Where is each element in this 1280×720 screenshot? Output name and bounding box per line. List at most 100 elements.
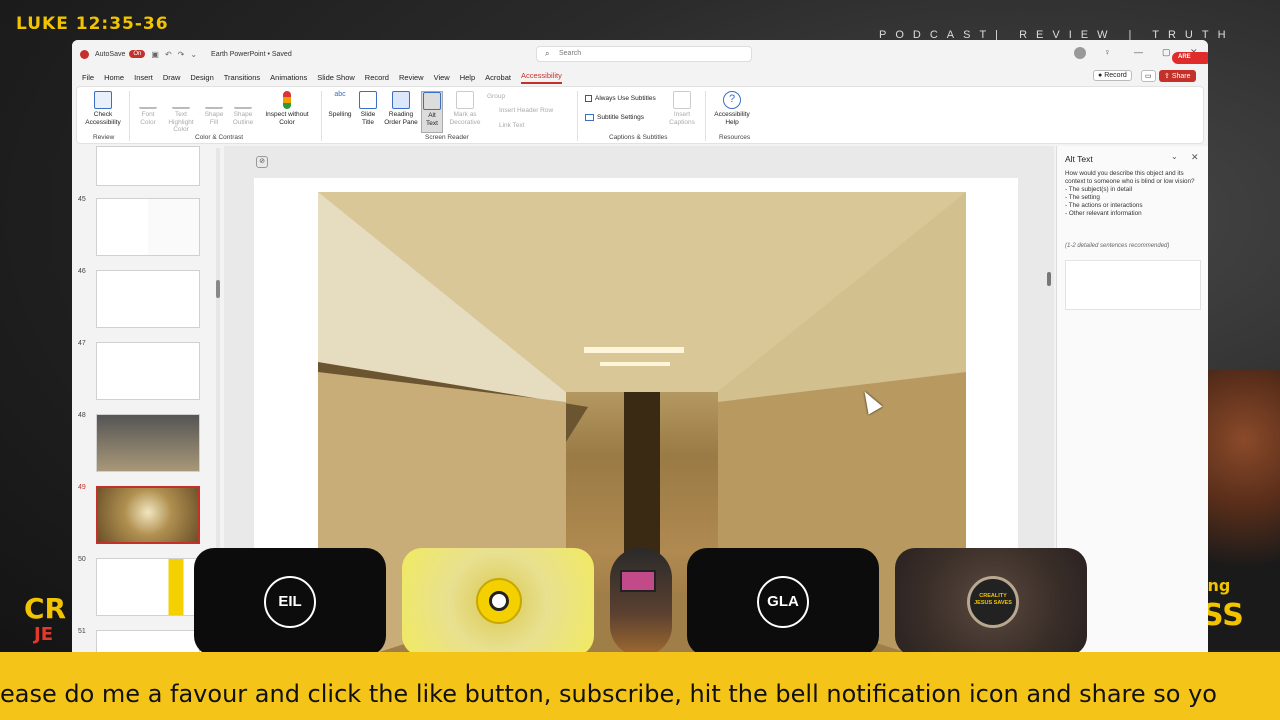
link-text-button[interactable]: Link Text bbox=[499, 122, 525, 130]
mark-decorative-button[interactable]: Mark as Decorative bbox=[447, 91, 483, 126]
group-screen-reader: Screen Reader bbox=[425, 134, 469, 141]
brand-logo-right-bottom: SS bbox=[1202, 598, 1244, 633]
reading-order-pane-button[interactable]: Reading Order Pane bbox=[383, 91, 419, 126]
alt-text-button[interactable]: Alt Text bbox=[421, 91, 443, 133]
check-accessibility-icon bbox=[94, 91, 112, 109]
group-resources: Resources bbox=[719, 134, 751, 141]
font-color-button[interactable]: Font Color bbox=[133, 91, 163, 126]
alt-text-item: - Other relevant information bbox=[1065, 210, 1142, 217]
pen-icon bbox=[234, 91, 252, 109]
share-button[interactable]: ⇪ Share bbox=[1159, 70, 1196, 82]
menu-bar: File Home Insert Draw Design Transitions… bbox=[72, 68, 1208, 86]
reading-order-label: Reading Order Pane bbox=[384, 111, 418, 126]
slide-thumbnail[interactable] bbox=[96, 558, 200, 616]
separator bbox=[577, 91, 578, 141]
tab-view[interactable]: View bbox=[434, 73, 450, 82]
subtitle-icon bbox=[585, 114, 594, 121]
tab-home[interactable]: Home bbox=[104, 73, 124, 82]
record-button[interactable]: ● Record bbox=[1093, 70, 1132, 81]
slide-title-button[interactable]: Slide Title bbox=[357, 91, 379, 126]
save-icon[interactable]: ▣ bbox=[151, 50, 159, 59]
participant-tile[interactable]: GLA bbox=[687, 548, 879, 656]
designer-icon[interactable]: ⊘ bbox=[256, 156, 268, 168]
search-box[interactable]: ⌕ Search bbox=[536, 46, 752, 62]
shape-outline-label: Shape Outline bbox=[232, 111, 254, 126]
ideas-icon[interactable]: ♀ bbox=[1104, 47, 1111, 57]
live-share-badge: ARE bbox=[1172, 52, 1208, 64]
file-name[interactable]: Earth PowerPoint • Saved bbox=[211, 51, 292, 58]
slide-thumbnail-selected[interactable] bbox=[96, 486, 200, 544]
captions-icon bbox=[673, 91, 691, 109]
slide-title-label: Slide Title bbox=[360, 111, 376, 126]
insert-captions-button[interactable]: Insert Captions bbox=[667, 91, 697, 126]
tab-animations[interactable]: Animations bbox=[270, 73, 307, 82]
tab-insert[interactable]: Insert bbox=[134, 73, 153, 82]
minimize-icon[interactable]: — bbox=[1134, 47, 1143, 57]
font-color-label: Font Color bbox=[140, 111, 156, 126]
close-icon[interactable]: ✕ bbox=[1191, 152, 1199, 163]
emoji-avatar bbox=[476, 578, 522, 624]
maximize-icon[interactable]: ▢ bbox=[1162, 47, 1171, 58]
tab-transitions[interactable]: Transitions bbox=[224, 73, 260, 82]
slide-thumbnail[interactable] bbox=[96, 414, 200, 472]
spelling-button[interactable]: abc Spelling bbox=[325, 91, 355, 119]
participant-initials: EIL bbox=[264, 576, 316, 628]
editor-scrollbar-thumb[interactable] bbox=[1047, 272, 1051, 286]
slide-number: 48 bbox=[78, 412, 86, 419]
tab-accessibility[interactable]: Accessibility bbox=[521, 71, 562, 84]
inspect-without-color-button[interactable]: Inspect without Color bbox=[261, 91, 313, 126]
slide-number: 50 bbox=[78, 556, 86, 563]
group-button[interactable]: Group bbox=[487, 93, 505, 101]
participant-tile[interactable]: EIL bbox=[194, 548, 386, 656]
tab-acrobat[interactable]: Acrobat bbox=[485, 73, 511, 82]
chevron-down-icon[interactable]: ⌄ bbox=[1171, 152, 1178, 161]
slide-title-icon bbox=[359, 91, 377, 109]
subtitle-settings-button[interactable]: Subtitle Settings bbox=[585, 114, 644, 122]
powerpoint-app-icon bbox=[80, 49, 89, 59]
slide-number: 45 bbox=[78, 196, 86, 203]
participant-tile[interactable]: CREALITY JESUS SAVES bbox=[895, 548, 1087, 656]
thumbnail-scrollbar-thumb[interactable] bbox=[216, 280, 220, 298]
text-highlight-label: Text Highlight Color bbox=[168, 111, 194, 133]
check-accessibility-button[interactable]: Check Accessibility bbox=[83, 91, 123, 126]
alt-text-input[interactable] bbox=[1065, 260, 1201, 310]
customize-toolbar-icon[interactable]: ⌄ bbox=[190, 50, 197, 59]
shape-outline-button[interactable]: Shape Outline bbox=[229, 91, 257, 126]
shape-fill-button[interactable]: Shape Fill bbox=[201, 91, 227, 126]
profile-avatar[interactable] bbox=[1074, 47, 1086, 59]
slide-thumbnail[interactable] bbox=[96, 146, 200, 186]
redo-icon[interactable]: ↷ bbox=[178, 50, 185, 59]
accessibility-help-button[interactable]: ? Accessibility Help bbox=[711, 91, 753, 126]
tab-design[interactable]: Design bbox=[190, 73, 213, 82]
separator bbox=[705, 91, 706, 141]
participant-tile[interactable] bbox=[610, 548, 672, 656]
always-use-subtitles-label: Always Use Subtitles bbox=[595, 95, 656, 103]
autosave-toggle[interactable]: On bbox=[129, 50, 146, 58]
ribbon: Check Accessibility Font Color Text High… bbox=[76, 86, 1204, 144]
participant-initials: GLA bbox=[757, 576, 809, 628]
ticker-bar: ease do me a favour and click the like b… bbox=[0, 652, 1280, 720]
alt-text-item: - The actions or interactions bbox=[1065, 202, 1143, 209]
slide-thumbnail[interactable] bbox=[96, 342, 200, 400]
always-use-subtitles-checkbox[interactable]: Always Use Subtitles bbox=[585, 95, 656, 103]
undo-icon[interactable]: ↶ bbox=[165, 50, 172, 59]
group-color-contrast: Color & Contrast bbox=[195, 134, 244, 141]
alt-text-label: Alt Text bbox=[426, 112, 438, 127]
tab-help[interactable]: Help bbox=[460, 73, 475, 82]
insert-header-row-button[interactable]: Insert Header Row bbox=[499, 107, 553, 115]
participant-tile[interactable] bbox=[402, 548, 594, 656]
participant-video bbox=[620, 570, 656, 592]
search-placeholder: Search bbox=[559, 50, 582, 57]
comments-button[interactable]: ▭ bbox=[1141, 70, 1156, 82]
tab-slide-show[interactable]: Slide Show bbox=[317, 73, 355, 82]
text-highlight-button[interactable]: Text Highlight Color bbox=[165, 91, 197, 134]
link-text-label: Link Text bbox=[499, 122, 525, 129]
tab-review[interactable]: Review bbox=[399, 73, 424, 82]
tab-file[interactable]: File bbox=[82, 73, 94, 82]
slide-number: 49 bbox=[78, 484, 86, 491]
spelling-icon: abc bbox=[334, 91, 346, 98]
slide-thumbnail[interactable] bbox=[96, 270, 200, 328]
tab-record[interactable]: Record bbox=[365, 73, 389, 82]
tab-draw[interactable]: Draw bbox=[163, 73, 181, 82]
slide-thumbnail[interactable] bbox=[96, 198, 200, 256]
